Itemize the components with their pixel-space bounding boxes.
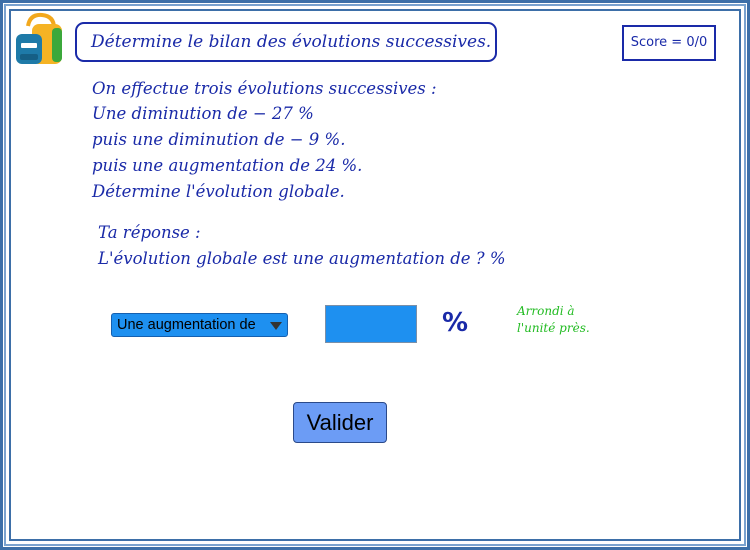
score-display: Score = 0/0 — [622, 25, 716, 61]
evolution-type-dropdown[interactable]: Une augmentation de — [111, 313, 288, 337]
dropdown-selected-value: Une augmentation de — [117, 317, 256, 333]
rounding-hint-line-2: l'unité près. — [517, 321, 590, 335]
percent-symbol: % — [442, 308, 469, 338]
problem-line-3: puis une diminution de − 9 %. — [92, 130, 346, 149]
rounding-hint-line-1: Arrondi à — [517, 304, 575, 318]
problem-line-2: Une diminution de − 27 % — [92, 104, 314, 123]
answer-sentence: L'évolution globale est une augmentation… — [98, 249, 506, 268]
problem-line-5: Détermine l'évolution globale. — [92, 182, 345, 201]
submit-button[interactable]: Valider — [293, 402, 387, 443]
problem-line-1: On effectue trois évolutions successives… — [92, 79, 437, 98]
percent-answer-input[interactable] — [325, 305, 417, 343]
answer-label: Ta réponse : — [98, 223, 201, 242]
problem-line-4: puis une augmentation de 24 %. — [92, 156, 363, 175]
backpack-icon — [16, 12, 62, 64]
chevron-down-icon — [270, 322, 282, 330]
page-title: Détermine le bilan des évolutions succes… — [75, 22, 497, 62]
